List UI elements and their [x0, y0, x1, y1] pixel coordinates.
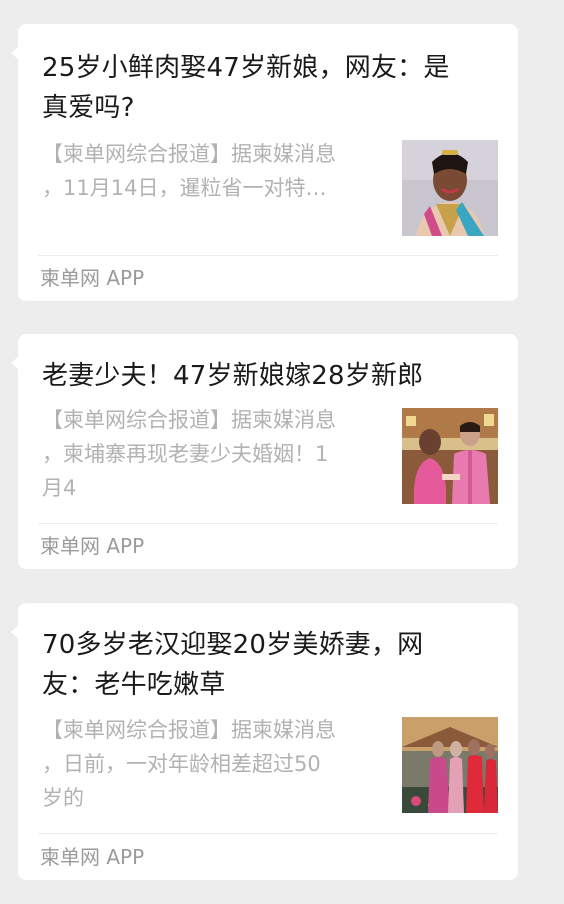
article-source[interactable]: 柬单网 APP — [40, 843, 144, 871]
card-divider — [38, 255, 498, 256]
article-summary: 【柬单网综合报道】据柬媒消息 ，柬埔寨再现老妻少夫婚姻！1 月4 — [42, 408, 336, 500]
article-card-1[interactable]: 25岁小鲜肉娶47岁新娘，网友：是 真爱吗? 【柬单网综合报道】据柬媒消息 ，1… — [11, 24, 518, 301]
article-summary: 【柬单网综合报道】据柬媒消息 ，11月14日，暹粒省一对特… — [42, 142, 336, 200]
article-title[interactable]: 老妻少夫！47岁新娘嫁28岁新郎 — [42, 356, 502, 396]
article-card-3[interactable]: 70多岁老汉迎娶20岁美娇妻，网 友：老牛吃嫩草 【柬单网综合报道】据柬媒消息 … — [11, 603, 518, 880]
article-title[interactable]: 70多岁老汉迎娶20岁美娇妻，网 友：老牛吃嫩草 — [42, 625, 502, 705]
article-source[interactable]: 柬单网 APP — [40, 264, 144, 292]
card-divider — [38, 523, 498, 524]
article-thumbnail[interactable] — [402, 717, 498, 813]
article-title[interactable]: 25岁小鲜肉娶47岁新娘，网友：是 真爱吗? — [42, 48, 502, 128]
card-divider — [38, 833, 498, 834]
article-thumbnail[interactable] — [402, 408, 498, 504]
article-summary: 【柬单网综合报道】据柬媒消息 ，日前，一对年龄相差超过50 岁的 — [42, 718, 336, 810]
article-thumbnail[interactable] — [402, 140, 498, 236]
article-source[interactable]: 柬单网 APP — [40, 532, 144, 560]
article-card-2[interactable]: 老妻少夫！47岁新娘嫁28岁新郎 【柬单网综合报道】据柬媒消息 ，柬埔寨再现老妻… — [11, 334, 518, 569]
